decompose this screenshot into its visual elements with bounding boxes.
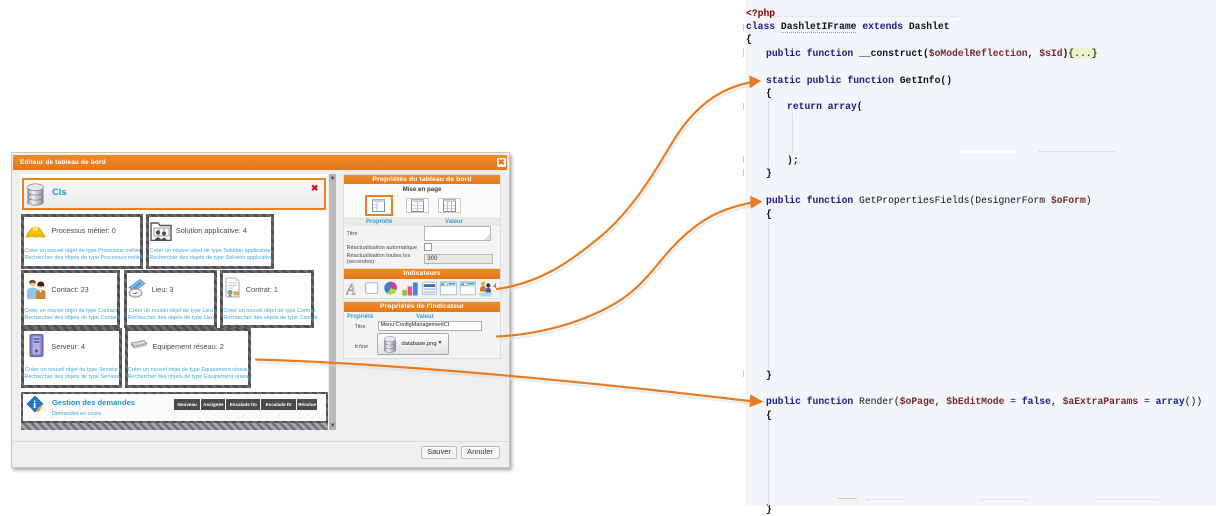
svg-text:i: i xyxy=(33,399,36,411)
svg-text:4: 4 xyxy=(493,283,497,290)
svg-text:A: A xyxy=(346,281,356,297)
